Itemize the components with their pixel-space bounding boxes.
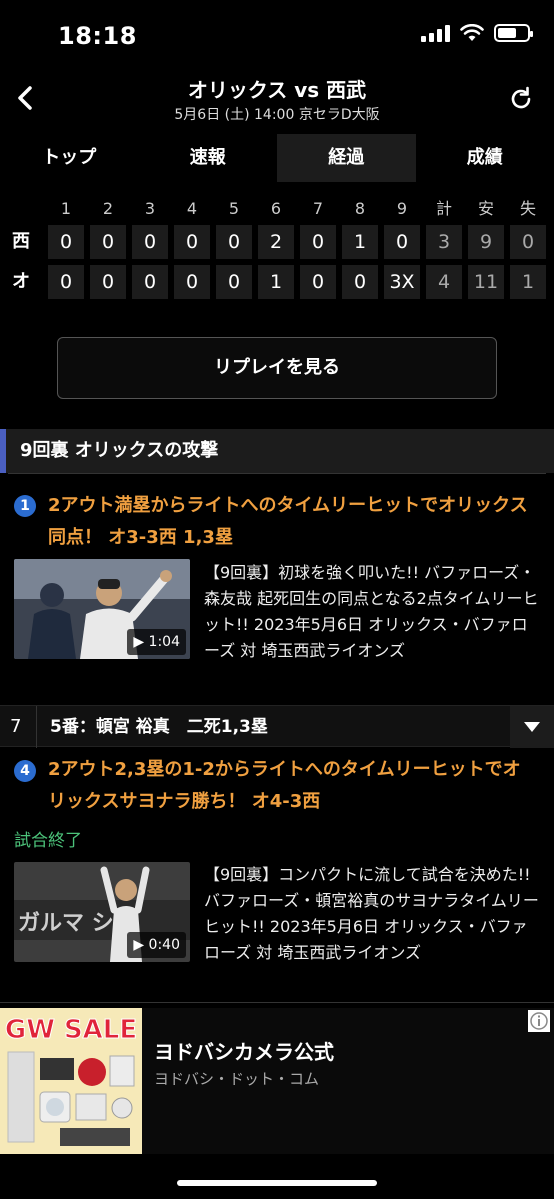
inning-header: 8 [354, 199, 366, 218]
tab-progress[interactable]: 経過 [277, 134, 416, 182]
total-runs-header: 計 [435, 199, 452, 218]
game-end-label: 試合終了 [14, 831, 82, 851]
inning-header: 2 [102, 199, 114, 218]
play-description: 2アウト満塁からライトへのタイムリーヒットでオリックス同点！ オ3-3西 1,3… [48, 495, 528, 548]
video-duration-text: 0:40 [148, 937, 180, 953]
team-label: 西 [12, 231, 30, 252]
svg-text:ガルマ シ: ガルマ シ [18, 911, 114, 936]
tab-bar: トップ 速報 経過 成績 [0, 134, 554, 182]
inning-header: 9 [396, 199, 408, 218]
inning-score: 0 [300, 265, 336, 299]
hits: 9 [468, 225, 504, 259]
home-indicator[interactable] [177, 1180, 377, 1186]
inning-score: 0 [174, 225, 210, 259]
ad-subtitle: ヨドバシ・ドット・コム [154, 1070, 320, 1088]
at-bat-summary: 5番：頓宮 裕真 二死1,3塁 [50, 717, 268, 737]
total-runs: 4 [426, 265, 462, 299]
total-runs: 3 [426, 225, 462, 259]
ad-banner[interactable]: GW SALE ヨドバシカメラ公式 ヨドバシ・ドット・コム [0, 1008, 554, 1154]
inning-score: 0 [174, 265, 210, 299]
ad-image[interactable]: GW SALE [0, 1008, 142, 1154]
caret-down-icon [524, 722, 540, 732]
tab-stats[interactable]: 成績 [416, 134, 554, 182]
status-icons [421, 24, 533, 42]
tab-top[interactable]: トップ [0, 134, 139, 182]
battery-icon [494, 24, 533, 42]
play-description: 2アウト2,3塁の1-2からライトへのタイムリーヒットでオリックスサヨナラ勝ち！… [48, 759, 521, 812]
game-title: オリックス vs 西武 [187, 78, 367, 102]
inning-score: 0 [48, 225, 84, 259]
play-icon: ▶ [133, 634, 145, 650]
replay-button[interactable]: リプレイを見る [57, 337, 497, 399]
video-caption[interactable]: 【9回裏】初球を強く叩いた!! バファローズ・森友哉 起死回生の同点となる2点タ… [204, 560, 540, 664]
errors: 0 [510, 225, 546, 259]
divider [36, 706, 37, 748]
inning-score: 0 [90, 225, 126, 259]
tab-live[interactable]: 速報 [139, 134, 278, 182]
inning-score: 0 [342, 265, 378, 299]
ad-info-icon[interactable] [528, 1010, 550, 1032]
inning-score: 0 [300, 225, 336, 259]
inning-score: 0 [216, 265, 252, 299]
game-header: オリックス vs 西武 5月6日 (土) 14:00 京セラD大阪 [0, 70, 554, 130]
cellular-signal-icon [421, 24, 450, 42]
inning-score: 1 [342, 225, 378, 259]
errors-header: 失 [519, 199, 536, 218]
status-bar: 18:18 [0, 0, 554, 70]
inning-header: 7 [312, 199, 324, 218]
inning-score: 0 [90, 265, 126, 299]
inning-score: 2 [258, 225, 294, 259]
scoreboard-row-orix: オ 0 0 0 0 0 1 0 0 3X 4 11 1 [0, 265, 554, 301]
play-number-badge: 1 [14, 495, 36, 517]
inning-header: 6 [270, 199, 282, 218]
inning-header: 5 [228, 199, 240, 218]
video-duration-text: 1:04 [148, 634, 180, 650]
divider [0, 1002, 554, 1003]
errors: 1 [510, 265, 546, 299]
refresh-button[interactable] [506, 84, 536, 114]
at-bat-number: 7 [10, 716, 22, 737]
play-icon: ▶ [133, 937, 145, 953]
video-thumbnail[interactable]: ▶ 1:04 [14, 559, 190, 659]
video-thumbnail[interactable]: ガルマ シ ▶ 0:40 [14, 862, 190, 962]
inning-section-header: 9回裏 オリックスの攻撃 [0, 429, 554, 473]
at-bat-row[interactable]: 7 5番：頓宮 裕真 二死1,3塁 [0, 705, 554, 748]
inning-header: 1 [60, 199, 72, 218]
video-duration: ▶ 1:04 [127, 629, 186, 655]
inning-score: 0 [132, 265, 168, 299]
scoreboard-row-seibu: 西 0 0 0 0 0 2 0 1 0 3 9 0 [0, 225, 554, 261]
inning-score: 0 [132, 225, 168, 259]
video-duration: ▶ 0:40 [127, 932, 186, 958]
status-time: 18:18 [58, 22, 137, 50]
expand-toggle[interactable] [510, 706, 554, 748]
play-number-badge: 4 [14, 760, 36, 782]
hits-header: 安 [477, 199, 494, 218]
ad-image-graphic: GW SALE [0, 1008, 142, 1154]
team-label: オ [12, 271, 30, 292]
divider [8, 473, 546, 474]
ad-title: ヨドバシカメラ公式 [154, 1040, 334, 1064]
wifi-icon [460, 24, 484, 41]
video-caption[interactable]: 【9回裏】コンパクトに流して試合を決めた!! バファローズ・頓宮裕真のサヨナラタ… [204, 862, 540, 966]
inning-score: 1 [258, 265, 294, 299]
inning-score: 0 [216, 225, 252, 259]
game-subtitle: 5月6日 (土) 14:00 京セラD大阪 [174, 107, 380, 123]
hits: 11 [468, 265, 504, 299]
inning-score: 3X [384, 265, 420, 299]
inning-header: 4 [186, 199, 198, 218]
inning-score: 0 [384, 225, 420, 259]
inning-header: 3 [144, 199, 156, 218]
inning-score: 0 [48, 265, 84, 299]
ad-image-text: GW SALE [5, 1015, 137, 1045]
